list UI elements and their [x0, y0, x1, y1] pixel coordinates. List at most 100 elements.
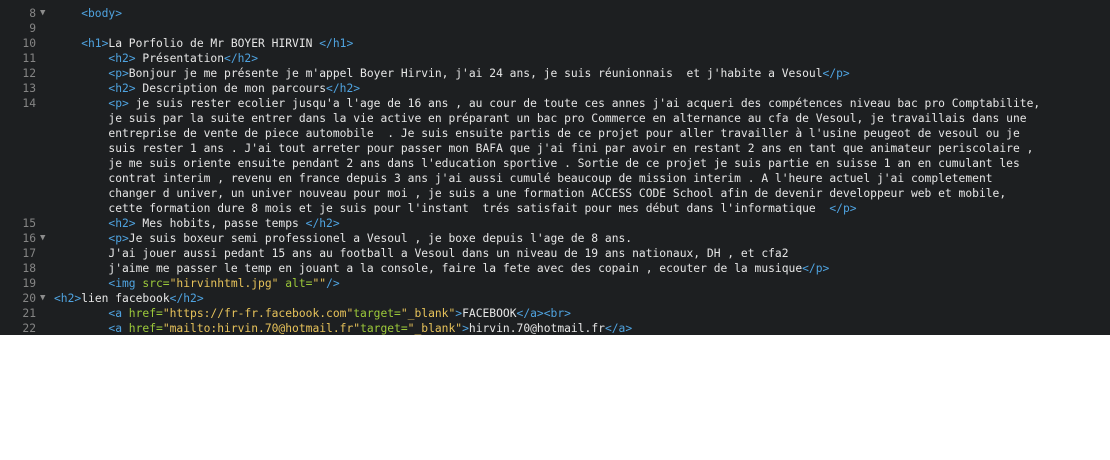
- code-line[interactable]: je suis par la suite entrer dans la vie …: [0, 111, 1110, 126]
- code-token: "": [312, 277, 327, 290]
- code-token: href=: [128, 307, 163, 320]
- code-line[interactable]: 20 ▼ <h2>lien facebook</h2>: [0, 291, 1110, 306]
- line-number: 11: [22, 52, 36, 65]
- code-token: Je suis boxeur semi professionel a Vesou…: [128, 232, 633, 245]
- code-line[interactable]: 11 <h2> Présentation</h2>: [0, 51, 1110, 66]
- code-token: je me suis oriente ensuite pendant 2 ans…: [108, 157, 1020, 170]
- code-token: <p>: [108, 97, 129, 110]
- fold-arrow-icon[interactable]: ▼: [40, 291, 50, 306]
- code-text: je me suis oriente ensuite pendant 2 ans…: [108, 156, 1019, 171]
- code-token: je suis par la suite entrer dans la vie …: [108, 112, 1027, 125]
- code-token: <h2>: [108, 82, 136, 95]
- code-token: FACEBOOK: [462, 307, 517, 320]
- code-token: entreprise de vente de piece automobile …: [108, 127, 1020, 140]
- code-token: </p>: [802, 262, 830, 275]
- code-token: </h1>: [319, 37, 354, 50]
- code-line[interactable]: 21 <a href="https://fr-fr.facebook.com"ta…: [0, 306, 1110, 321]
- code-token: <img: [108, 277, 143, 290]
- code-text: <p>Je suis boxeur semi professionel a Ve…: [108, 231, 632, 246]
- code-token: Description de mon parcours: [135, 82, 327, 95]
- code-token: />: [326, 277, 340, 290]
- code-token: </h2>: [326, 82, 361, 95]
- code-token: Mes hobits, passe temps: [135, 217, 306, 230]
- code-token: <a: [108, 307, 129, 320]
- code-editor[interactable]: 8 ▼ <body> 9 10 <h1>La Porfolio de Mr BOYER H…: [0, 0, 1110, 335]
- code-text: suis rester 1 ans . J'ai tout arreter po…: [108, 141, 1033, 156]
- code-line[interactable]: 15 <h2> Mes hobits, passe temps </h2>: [0, 216, 1110, 231]
- code-token: <p>: [108, 232, 129, 245]
- code-line[interactable]: cette formation dure 8 mois et je suis p…: [0, 201, 1110, 216]
- code-token: </p>: [829, 202, 857, 215]
- code-line[interactable]: 16 ▼ <p>Je suis boxeur semi professionel a…: [0, 231, 1110, 246]
- code-line[interactable]: 22 <a href="mailto:hirvin.70@hotmail.fr"t…: [0, 321, 1110, 335]
- line-number: 21: [22, 307, 36, 320]
- code-token: </a><br>: [516, 307, 571, 320]
- code-text: <h2> Présentation</h2>: [108, 51, 258, 66]
- code-line[interactable]: 18 j'aime me passer le temp en jouant a l…: [0, 261, 1110, 276]
- line-number: 8: [29, 7, 36, 20]
- code-line[interactable]: 9: [0, 21, 1110, 36]
- code-token: "https://fr-fr.facebook.com": [162, 307, 354, 320]
- line-number: 15: [22, 217, 36, 230]
- code-token: "mailto:hirvin.70@hotmail.fr": [162, 322, 361, 335]
- code-token: <p>: [108, 67, 129, 80]
- fold-arrow-icon[interactable]: ▼: [40, 6, 50, 21]
- code-token: </h2>: [305, 217, 340, 230]
- line-number: 16: [22, 232, 36, 245]
- code-line[interactable]: 13 <h2> Description de mon parcours</h2>: [0, 81, 1110, 96]
- line-number: 17: [22, 247, 36, 260]
- code-token: hirvin.70@hotmail.fr: [468, 322, 605, 335]
- empty-area: [0, 335, 1110, 460]
- code-line[interactable]: je me suis oriente ensuite pendant 2 ans…: [0, 156, 1110, 171]
- code-token: </h2>: [224, 52, 259, 65]
- line-number: 12: [22, 67, 36, 80]
- code-line[interactable]: 10 <h1>La Porfolio de Mr BOYER HIRVIN </h…: [0, 36, 1110, 51]
- code-token: >: [462, 322, 469, 335]
- line-number: 13: [22, 82, 36, 95]
- code-text: changer d univer, un univer nouveau pour…: [108, 186, 1006, 201]
- code-text: entreprise de vente de piece automobile …: [108, 126, 1019, 141]
- fold-arrow-icon[interactable]: ▼: [40, 231, 50, 246]
- code-token: target=: [353, 307, 401, 320]
- line-number: 20: [22, 292, 36, 305]
- code-token: J'ai jouer aussi pedant 15 ans au footba…: [108, 247, 789, 260]
- code-text: j'aime me passer le temp en jouant a la …: [108, 261, 829, 276]
- code-line[interactable]: 12 <p>Bonjour je me présente je m'appel B…: [0, 66, 1110, 81]
- code-token: <h2>: [108, 52, 136, 65]
- code-token: <a: [108, 322, 129, 335]
- code-token: j'aime me passer le temp en jouant a la …: [108, 262, 803, 275]
- code-token: cette formation dure 8 mois et je suis p…: [108, 202, 830, 215]
- code-token: "hirvinhtml.jpg": [169, 277, 279, 290]
- code-token: </a>: [604, 322, 633, 335]
- code-text: <h2> Description de mon parcours</h2>: [108, 81, 360, 96]
- code-line[interactable]: entreprise de vente de piece automobile …: [0, 126, 1110, 141]
- line-number: 19: [22, 277, 36, 290]
- code-token: contrat interim , revenu en france depui…: [108, 172, 993, 185]
- code-token: je suis rester ecolier jusqu'a l'age de …: [128, 97, 1041, 110]
- code-text: <a href="https://fr-fr.facebook.com"targ…: [108, 306, 571, 321]
- code-text: <img src="hirvinhtml.jpg" alt=""/>: [108, 276, 339, 291]
- code-token: <h2>: [108, 217, 136, 230]
- code-token: src=: [142, 277, 170, 290]
- code-text: je suis par la suite entrer dans la vie …: [108, 111, 1026, 126]
- line-number: 14: [22, 97, 36, 110]
- code-text: <a href="mailto:hirvin.70@hotmail.fr"tar…: [108, 321, 632, 335]
- line-number: 10: [22, 37, 36, 50]
- code-token: lien facebook: [81, 292, 170, 305]
- code-token: <h1>: [81, 37, 109, 50]
- code-token: href=: [128, 322, 163, 335]
- code-line[interactable]: contrat interim , revenu en france depui…: [0, 171, 1110, 186]
- code-line[interactable]: 14 <p> je suis rester ecolier jusqu'a l'a…: [0, 96, 1110, 111]
- code-text: <p>Bonjour je me présente je m'appel Boy…: [108, 66, 849, 81]
- code-token: <h2>: [54, 292, 82, 305]
- code-token: Bonjour je me présente je m'appel Boyer …: [128, 67, 823, 80]
- code-text: <h1>La Porfolio de Mr BOYER HIRVIN </h1>: [81, 36, 353, 51]
- line-number: 22: [22, 322, 36, 335]
- code-line[interactable]: 19 <img src="hirvinhtml.jpg" alt=""/>: [0, 276, 1110, 291]
- code-line[interactable]: suis rester 1 ans . J'ai tout arreter po…: [0, 141, 1110, 156]
- code-line[interactable]: changer d univer, un univer nouveau pour…: [0, 186, 1110, 201]
- code-text: J'ai jouer aussi pedant 15 ans au footba…: [108, 246, 788, 261]
- code-text: <p> je suis rester ecolier jusqu'a l'age…: [108, 96, 1040, 111]
- code-line[interactable]: 17 J'ai jouer aussi pedant 15 ans au foot…: [0, 246, 1110, 261]
- code-line[interactable]: 8 ▼ <body>: [0, 6, 1110, 21]
